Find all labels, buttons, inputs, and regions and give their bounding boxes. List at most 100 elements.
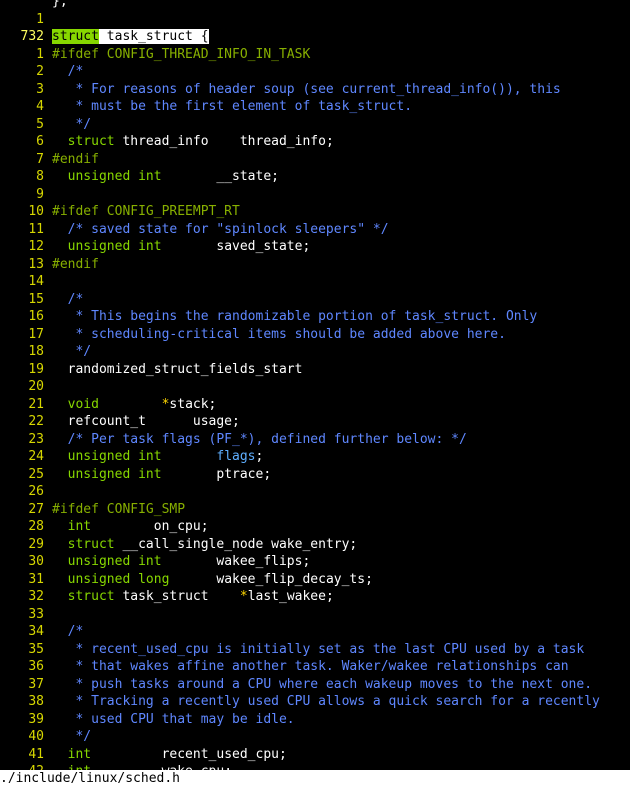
code-text: */ — [52, 343, 91, 361]
code-line[interactable]: 7 #endif — [0, 151, 630, 169]
line-number: 25 — [28, 466, 44, 482]
code-token: */ — [52, 729, 92, 744]
code-line[interactable]: 17 * scheduling-critical items should be… — [0, 326, 630, 344]
code-token: refcount_t usage; — [52, 414, 240, 429]
code-token: unsigned int — [52, 239, 162, 254]
code-line[interactable]: 42 int wake_cpu; — [0, 763, 630, 770]
code-line[interactable]: 40 */ — [0, 728, 630, 746]
code-line[interactable]: 2 /* — [0, 63, 630, 81]
line-number: 31 — [28, 571, 44, 587]
line-number: 2 — [36, 64, 44, 79]
code-token: * For reasons of header soup (see curren… — [52, 81, 561, 97]
code-text: unsigned int saved_state; — [52, 238, 311, 256]
code-text: /* Per task flags (PF_*), defined furthe… — [52, 431, 467, 449]
code-text: /* saved state for "spinlock sleepers" *… — [52, 221, 389, 239]
code-text: unsigned int wakee_flips; — [52, 553, 311, 571]
line-number: 30 — [28, 554, 44, 569]
code-token: unsigned long — [52, 571, 170, 587]
code-line[interactable]: 34 /* — [0, 623, 630, 641]
line-number: 13 — [28, 256, 44, 272]
code-line[interactable]: 1 — [0, 11, 630, 29]
code-line[interactable]: 32 struct task_struct *last_wakee; — [0, 588, 630, 606]
code-token: /* Per task flags (PF_*), defined furthe… — [52, 431, 467, 447]
code-line[interactable]: 8 unsigned int __state; — [0, 168, 630, 186]
code-token: /* saved state for "spinlock sleepers" *… — [52, 221, 389, 237]
code-line[interactable]: 1 #ifdef CONFIG_THREAD_INFO_IN_TASK — [0, 46, 630, 64]
code-token: * must be the first element of task_stru… — [52, 99, 413, 114]
code-line[interactable]: 18 */ — [0, 343, 630, 361]
code-line[interactable]: }; — [0, 0, 630, 11]
code-token: /* — [52, 64, 84, 79]
line-number: 1 — [36, 46, 44, 62]
code-token: /* — [52, 291, 84, 307]
code-line[interactable]: 6 struct thread_info thread_info; — [0, 133, 630, 151]
code-text: /* — [52, 63, 84, 81]
line-number: 11 — [28, 221, 44, 237]
code-token: wakee_flips; — [161, 554, 311, 569]
code-token: unsigned int — [52, 466, 162, 482]
code-line[interactable]: 19 randomized_struct_fields_start — [0, 361, 630, 379]
line-number: 8 — [36, 169, 44, 184]
line-number: 23 — [28, 431, 44, 447]
code-line[interactable]: 9 — [0, 186, 630, 204]
code-text: unsigned int ptrace; — [52, 466, 272, 484]
code-line[interactable]: 13 #endif — [0, 256, 630, 274]
code-text: int wake_cpu; — [52, 763, 232, 770]
code-line[interactable]: 25 unsigned int ptrace; — [0, 466, 630, 484]
code-text: #ifdef CONFIG_THREAD_INFO_IN_TASK — [52, 46, 310, 64]
code-token: on_cpu; — [91, 519, 209, 534]
code-line[interactable]: 22 refcount_t usage; — [0, 413, 630, 431]
line-number: 10 — [28, 204, 44, 219]
code-line[interactable]: 35 * recent_used_cpu is initially set as… — [0, 641, 630, 659]
code-line[interactable]: 38 * Tracking a recently used CPU allows… — [0, 693, 630, 711]
code-text: * Tracking a recently used CPU allows a … — [52, 693, 600, 711]
code-token: #ifdef CONFIG_PREEMPT_RT — [52, 204, 240, 219]
code-token: * scheduling-critical items should be ad… — [52, 326, 506, 342]
line-number: 7 — [36, 151, 44, 167]
line-number: 16 — [28, 309, 44, 324]
terminal-window[interactable]: }; 1 732 struct task_struct {1 #ifdef CONFIG… — [0, 0, 630, 770]
code-token: * Tracking a recently used CPU allows a … — [52, 694, 600, 709]
code-line[interactable]: 732 struct task_struct { — [0, 28, 630, 46]
line-number: 29 — [28, 536, 44, 552]
code-text: void *stack; — [52, 396, 217, 414]
code-line[interactable]: 14 — [0, 273, 630, 291]
code-line[interactable]: 26 — [0, 483, 630, 501]
code-text: struct task_struct *last_wakee; — [52, 588, 334, 606]
code-line[interactable]: 30 unsigned int wakee_flips; — [0, 553, 630, 571]
code-line[interactable]: 33 — [0, 606, 630, 624]
line-number: 20 — [28, 379, 44, 394]
file-path: ./include/linux/sched.h — [0, 771, 181, 786]
code-text: * recent_used_cpu is initially set as th… — [52, 641, 584, 659]
code-line[interactable]: 27 #ifdef CONFIG_SMP — [0, 501, 630, 519]
code-line[interactable]: 36 * that wakes affine another task. Wak… — [0, 658, 630, 676]
code-line[interactable]: 10 #ifdef CONFIG_PREEMPT_RT — [0, 203, 630, 221]
line-number: 35 — [28, 641, 44, 657]
code-line[interactable]: 28 int on_cpu; — [0, 518, 630, 536]
code-line[interactable]: 5 */ — [0, 116, 630, 134]
code-line[interactable]: 4 * must be the first element of task_st… — [0, 98, 630, 116]
code-line[interactable]: 3 * For reasons of header soup (see curr… — [0, 81, 630, 99]
code-token: flags — [216, 449, 256, 464]
code-token: ; — [255, 449, 264, 464]
code-line[interactable]: 11 /* saved state for "spinlock sleepers… — [0, 221, 630, 239]
code-line[interactable]: 16 * This begins the randomizable portio… — [0, 308, 630, 326]
code-text: struct thread_info thread_info; — [52, 133, 334, 151]
code-line[interactable]: 29 struct __call_single_node wake_entry; — [0, 536, 630, 554]
code-text: */ — [52, 116, 91, 134]
code-line[interactable]: 24 unsigned int flags; — [0, 448, 630, 466]
code-line[interactable]: 41 int recent_used_cpu; — [0, 746, 630, 764]
code-line[interactable]: 20 — [0, 378, 630, 396]
code-line[interactable]: 23 /* Per task flags (PF_*), defined fur… — [0, 431, 630, 449]
code-line[interactable]: 21 void *stack; — [0, 396, 630, 414]
line-number: 24 — [28, 449, 44, 464]
code-text: #endif — [52, 151, 99, 169]
code-token: void — [52, 396, 99, 412]
code-line[interactable]: 39 * used CPU that may be idle. — [0, 711, 630, 729]
code-line[interactable]: 37 * push tasks around a CPU where each … — [0, 676, 630, 694]
code-line[interactable]: 12 unsigned int saved_state; — [0, 238, 630, 256]
code-token: * that wakes affine another task. Waker/… — [52, 659, 569, 674]
code-token: wakee_flip_decay_ts; — [169, 571, 373, 587]
code-line[interactable]: 31 unsigned long wakee_flip_decay_ts; — [0, 571, 630, 589]
code-line[interactable]: 15 /* — [0, 291, 630, 309]
